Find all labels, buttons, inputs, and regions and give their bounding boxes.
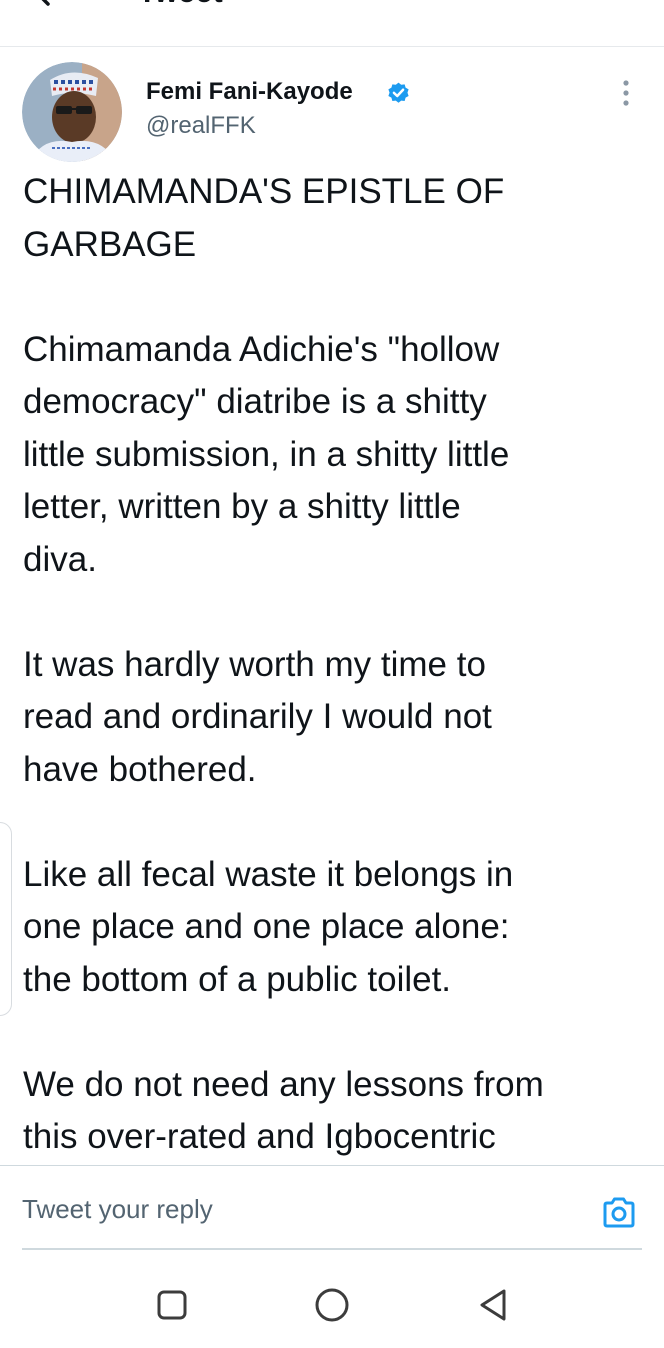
nav-back-button[interactable] xyxy=(477,1287,509,1323)
nav-recents-icon xyxy=(157,1290,187,1320)
verified-badge-icon xyxy=(388,82,409,103)
camera-button[interactable] xyxy=(601,1196,637,1230)
nav-home-button[interactable] xyxy=(314,1287,350,1323)
more-options-button[interactable] xyxy=(616,78,636,108)
author-name[interactable]: Femi Fani-Kayode xyxy=(146,78,353,106)
nav-back-icon xyxy=(480,1289,506,1321)
page-title: Tweet xyxy=(138,0,223,10)
tweet-paragraph: Like all fecal waste it belongs in one p… xyxy=(23,854,514,999)
more-vertical-icon xyxy=(623,80,629,106)
avatar-image xyxy=(22,62,122,162)
edge-panel-handle[interactable] xyxy=(0,822,12,1016)
reply-divider xyxy=(22,1248,642,1250)
author-handle[interactable]: @realFFK xyxy=(146,112,256,140)
nav-home-icon xyxy=(315,1288,349,1322)
back-arrow-icon xyxy=(41,0,50,6)
camera-icon xyxy=(603,1197,635,1228)
nav-recents-button[interactable] xyxy=(157,1290,187,1320)
back-button[interactable] xyxy=(26,0,62,10)
tweet-paragraph: CHIMAMANDA'S EPISTLE OF GARBAGE xyxy=(23,172,505,264)
tweet-paragraph: It was hardly worth my time to read and … xyxy=(23,644,492,789)
reply-input[interactable]: Tweet your reply xyxy=(22,1194,213,1225)
tweet-paragraph: We do not need any lessons from this ove… xyxy=(23,1064,544,1157)
verified-badge xyxy=(386,81,411,106)
top-bar: Tweet xyxy=(0,0,664,47)
tweet-paragraph: Chimamanda Adichie's "hollow democracy" … xyxy=(23,329,510,579)
avatar[interactable] xyxy=(22,62,122,162)
reply-bar: Tweet your reply xyxy=(0,1165,664,1348)
tweet-text: CHIMAMANDA'S EPISTLE OF GARBAGE Chimaman… xyxy=(23,166,643,1164)
